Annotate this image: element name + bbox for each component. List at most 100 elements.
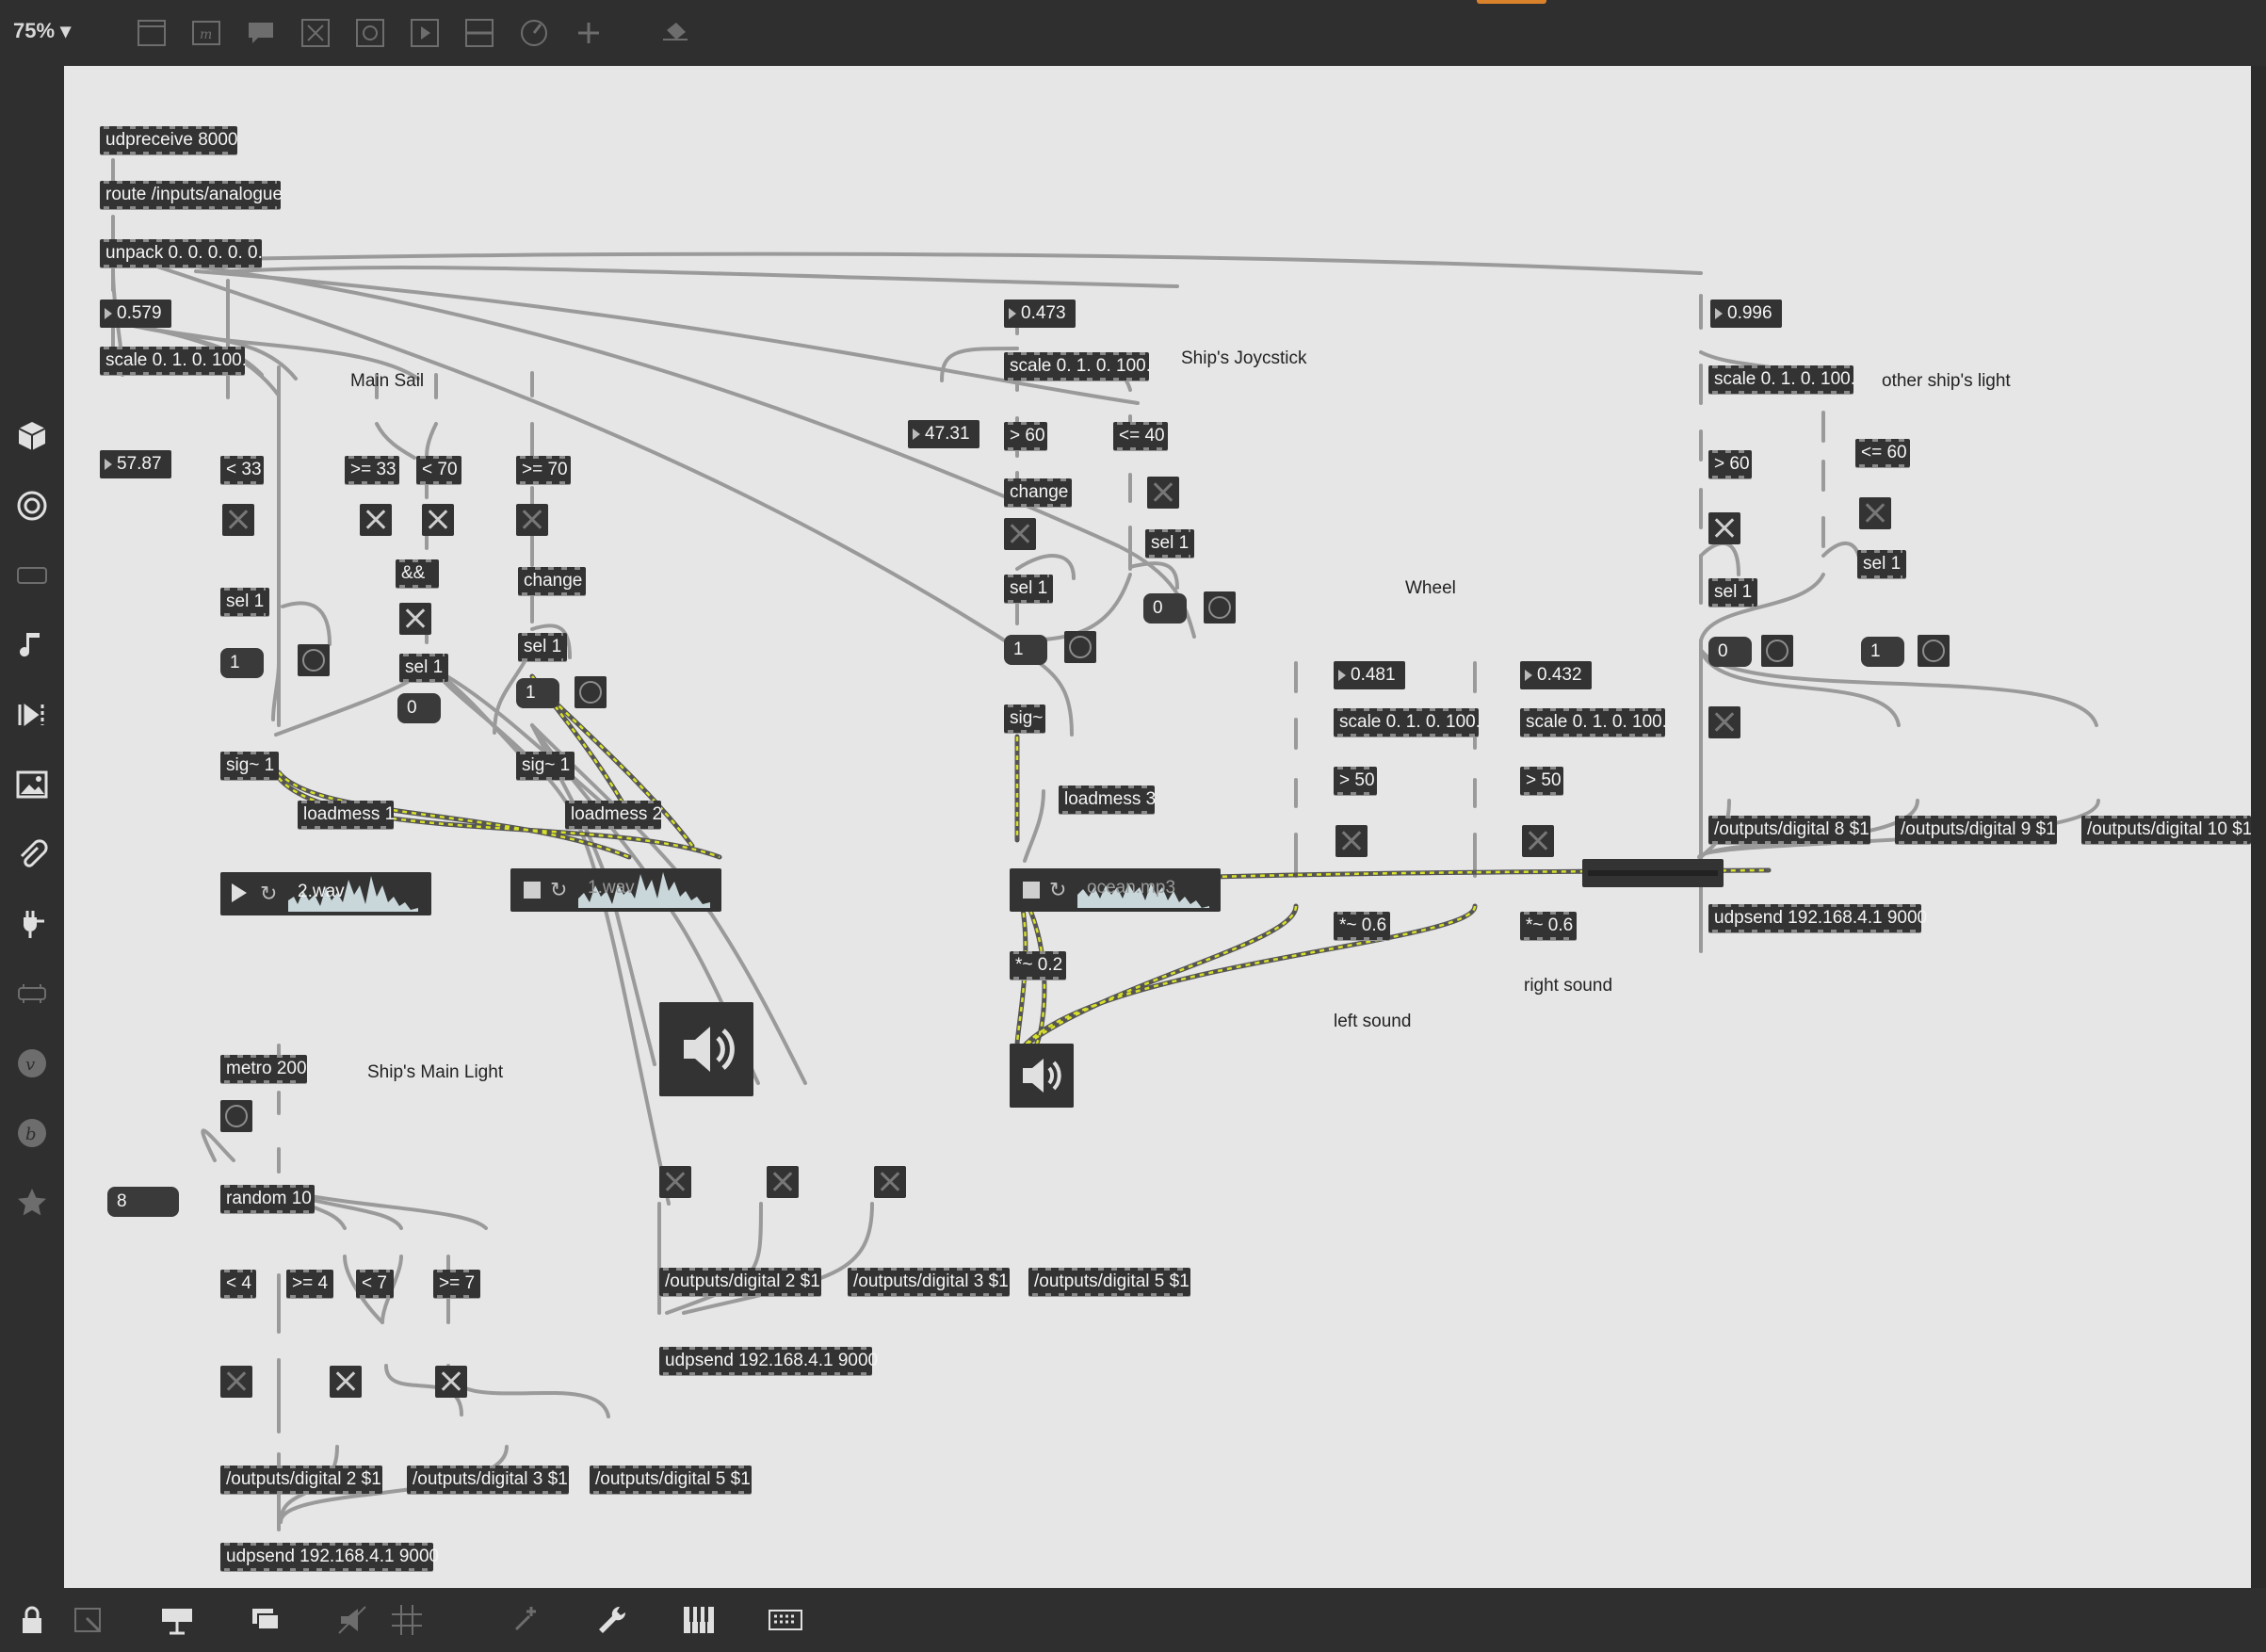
output-digital-2-mid[interactable]: /outputs/digital 2 $1: [659, 1268, 821, 1296]
sfplay-player-2[interactable]: ↻ 1.wav: [510, 868, 721, 912]
window-icon[interactable]: [158, 1601, 196, 1639]
number-box-scaled[interactable]: 57.87: [100, 450, 171, 478]
message-1-joystick[interactable]: 1: [1004, 635, 1047, 665]
scale-wheel-right-object[interactable]: scale 0. 1. 0. 100.: [1520, 708, 1667, 737]
output-digital-8[interactable]: /outputs/digital 8 $1: [1708, 816, 1870, 844]
sig-object-a[interactable]: sig~ 1: [220, 752, 279, 780]
toggle-ge70[interactable]: [516, 504, 548, 536]
loop-icon[interactable]: ↻: [550, 878, 567, 902]
sfplay-player-3[interactable]: ↻ ocean.mp3: [1010, 868, 1221, 912]
wrench-icon[interactable]: [593, 1601, 631, 1639]
paint-bucket-icon[interactable]: [659, 17, 691, 49]
gt60-joystick-object[interactable]: > 60: [1004, 422, 1047, 450]
bang-joystick-a[interactable]: [1064, 631, 1096, 663]
output-digital-5-left[interactable]: /outputs/digital 5 $1: [590, 1466, 752, 1494]
toggle-ge33[interactable]: [360, 504, 392, 536]
ge7-object[interactable]: >= 7: [433, 1270, 480, 1298]
target-icon[interactable]: [14, 488, 50, 524]
sel1-object-a[interactable]: sel 1: [220, 588, 269, 616]
sel1-joystick-a[interactable]: sel 1: [1004, 575, 1053, 603]
message-0-a[interactable]: 0: [397, 693, 441, 723]
toggle-wheel-right[interactable]: [1522, 825, 1554, 857]
message-1-b[interactable]: 1: [516, 678, 559, 708]
plug-icon[interactable]: [14, 906, 50, 942]
number-box-joystick-scaled[interactable]: 47.31: [908, 420, 979, 448]
stop-icon[interactable]: [1023, 882, 1040, 899]
image-icon[interactable]: [14, 767, 50, 802]
windows-icon[interactable]: [247, 1601, 284, 1639]
zoom-dropdown[interactable]: 75% ▾: [13, 19, 71, 43]
sel1-other-b[interactable]: sel 1: [1857, 550, 1906, 578]
unpack-object[interactable]: unpack 0. 0. 0. 0. 0.: [100, 239, 263, 267]
gt50-right-object[interactable]: > 50: [1520, 767, 1563, 795]
lt7-object[interactable]: < 7: [356, 1270, 394, 1298]
loop-icon[interactable]: ↻: [1049, 878, 1066, 902]
loadmess2-object[interactable]: loadmess 2: [565, 801, 662, 829]
udpsend-object-left[interactable]: udpsend 192.168.4.1 9000: [220, 1543, 439, 1571]
bang-other-b[interactable]: [1918, 635, 1950, 667]
paperclip-icon[interactable]: [14, 836, 50, 872]
grid-icon[interactable]: [388, 1601, 426, 1639]
toggle-le60[interactable]: [1859, 497, 1891, 529]
star-icon[interactable]: [14, 1185, 50, 1221]
comment-icon[interactable]: [245, 17, 277, 49]
add-icon[interactable]: [573, 17, 605, 49]
toggle-other-output[interactable]: [1708, 706, 1740, 738]
toggle-le40[interactable]: [1147, 477, 1179, 509]
music-note-icon[interactable]: [14, 627, 50, 663]
scale-other-object[interactable]: scale 0. 1. 0. 100.: [1708, 365, 1855, 394]
gt50-left-object[interactable]: > 50: [1334, 767, 1377, 795]
ge33-object[interactable]: >= 33: [345, 456, 399, 484]
beatport-icon[interactable]: b: [14, 1115, 50, 1151]
sel1-object-b[interactable]: sel 1: [399, 654, 448, 682]
sel1-other-a[interactable]: sel 1: [1708, 578, 1757, 607]
sidebar-icon[interactable]: [136, 17, 168, 49]
lt70-object[interactable]: < 70: [416, 456, 461, 484]
number-box-other-light[interactable]: 0.996: [1710, 300, 1782, 328]
connector-icon[interactable]: [14, 976, 50, 1012]
toggle-47[interactable]: [330, 1366, 362, 1398]
scale-joystick-object[interactable]: scale 0. 1. 0. 100.: [1004, 352, 1151, 381]
sig-joystick-object[interactable]: sig~: [1004, 705, 1045, 733]
dial-icon[interactable]: [518, 17, 550, 49]
change-object[interactable]: change: [518, 567, 586, 595]
playlist-icon[interactable]: [14, 697, 50, 733]
ge4-object[interactable]: >= 4: [286, 1270, 333, 1298]
message-0-joystick[interactable]: 0: [1143, 593, 1187, 624]
loadmess1-object[interactable]: loadmess 1: [298, 801, 395, 829]
snap-icon[interactable]: [507, 1601, 544, 1639]
speaker-icon-2[interactable]: [1010, 1044, 1074, 1108]
sel1-joystick-b[interactable]: sel 1: [1145, 529, 1194, 558]
output-digital-2-left[interactable]: /outputs/digital 2 $1: [220, 1466, 382, 1494]
slider-icon[interactable]: [463, 17, 495, 49]
sfplay-player-1[interactable]: ↻ 2.wav: [220, 872, 431, 915]
bang-a[interactable]: [298, 644, 330, 676]
mute-icon[interactable]: [333, 1601, 371, 1639]
change-joystick-object[interactable]: change: [1004, 478, 1072, 507]
udpsend-object-mid[interactable]: udpsend 192.168.4.1 9000: [659, 1347, 878, 1375]
and-object[interactable]: &&: [396, 559, 439, 588]
presentation-icon[interactable]: [70, 1601, 107, 1639]
horizontal-slider[interactable]: [1582, 859, 1724, 887]
bang-joystick-b[interactable]: [1204, 591, 1236, 624]
output-digital-10[interactable]: /outputs/digital 10 $1: [2081, 816, 2251, 844]
toggle-gt60-other[interactable]: [1708, 512, 1740, 544]
gt60-other-object[interactable]: > 60: [1708, 450, 1752, 478]
ge70-object[interactable]: >= 70: [516, 456, 571, 484]
toggle-joystick[interactable]: [1004, 518, 1036, 550]
toggle-icon[interactable]: [299, 17, 332, 49]
keyboard-icon[interactable]: [767, 1601, 804, 1639]
number-box-main[interactable]: 0.579: [100, 300, 171, 328]
scale-main-object[interactable]: scale 0. 1. 0. 100.: [100, 347, 247, 375]
stop-icon[interactable]: [524, 882, 541, 899]
toggle-out3-mid[interactable]: [767, 1166, 799, 1198]
loop-icon[interactable]: ↻: [260, 882, 277, 906]
lt4-object[interactable]: < 4: [220, 1270, 256, 1298]
output-digital-3-left[interactable]: /outputs/digital 3 $1: [407, 1466, 569, 1494]
sel1-object-c[interactable]: sel 1: [518, 633, 567, 661]
patcher-canvas[interactable]: udpreceive 8000 route /inputs/analogue u…: [64, 66, 2251, 1588]
number-box-wheel-left[interactable]: 0.481: [1334, 661, 1405, 689]
message-0-other[interactable]: 0: [1708, 637, 1752, 667]
lt33-object[interactable]: < 33: [220, 456, 264, 484]
multiply-02-object[interactable]: *~ 0.2: [1010, 951, 1066, 980]
